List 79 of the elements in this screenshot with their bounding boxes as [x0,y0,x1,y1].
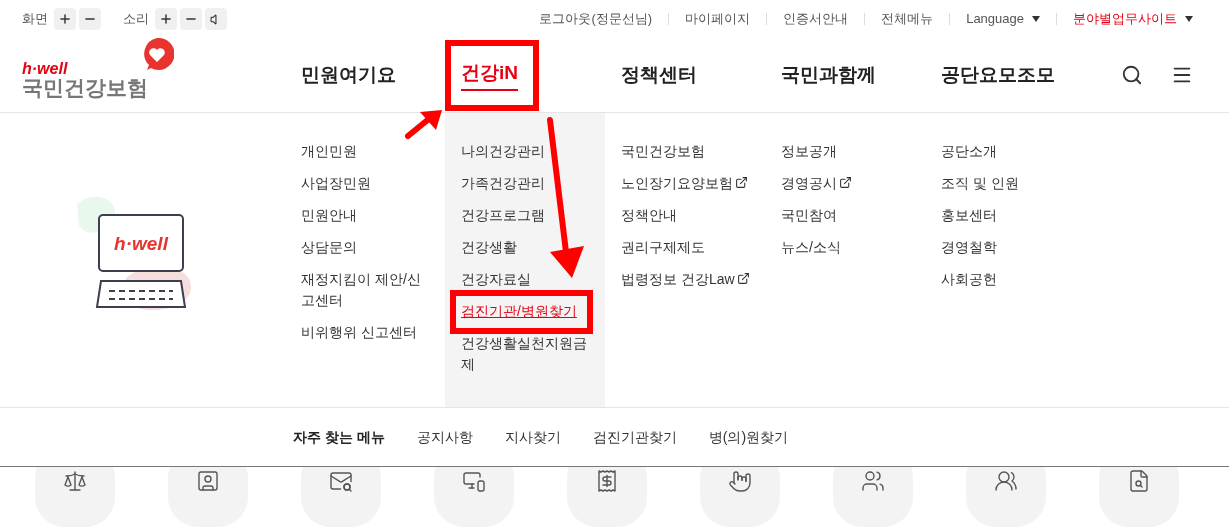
top-link[interactable]: 분야별업무사이트 [1073,9,1193,29]
top-link[interactable]: 인증서안내 [783,9,849,29]
submenu-link[interactable]: 법령정보 건강Law [621,269,753,290]
service-tile[interactable] [168,467,248,527]
nav-tab[interactable]: 정책센터 [621,60,697,90]
nav-tab[interactable]: 국민과함께 [781,60,876,90]
submenu-link[interactable]: 개인민원 [301,141,433,162]
submenu-link[interactable]: 상담문의 [301,237,433,258]
submenu-link[interactable]: 건강자료실 [461,269,593,290]
submenu-link[interactable]: 홍보센터 [941,205,1073,226]
submenu-link[interactable]: 검진기관/병원찾기 [461,301,593,322]
submenu-link[interactable]: 건강프로그램 [461,205,593,226]
service-icon [994,469,1018,493]
nav-tab[interactable]: 건강iN [461,58,518,92]
arrow [404,108,444,140]
submenu-link[interactable]: 나의건강관리 [461,141,593,162]
service-icon [595,469,619,493]
quick-link[interactable]: 공지사항 [416,426,473,448]
nav-tab[interactable]: 민원여기요 [301,60,396,90]
submenu-link[interactable]: 사업장민원 [301,173,433,194]
top-link[interactable]: 마이페이지 [685,9,751,29]
service-tile[interactable] [700,467,780,527]
service-icon [196,469,220,493]
submenu-link[interactable]: 공단소개 [941,141,1073,162]
service-icon [462,469,486,493]
sound-label: 소리 [123,10,149,29]
service-icon [728,469,752,493]
top-link[interactable]: Language [966,9,1040,29]
caret-icon [1032,16,1040,22]
volume-down-button[interactable] [180,8,202,30]
service-tile[interactable] [434,467,514,527]
zoom-in-button[interactable] [54,8,76,30]
submenu-link[interactable]: 가족건강관리 [461,173,593,194]
quick-link[interactable]: 검진기관찾기 [592,426,677,448]
speaker-button[interactable] [205,8,227,30]
submenu-link[interactable]: 국민참여 [781,205,913,226]
submenu-link[interactable]: 조직 및 인원 [941,173,1073,194]
service-icon [329,469,353,493]
submenu-link[interactable]: 건강생활실천지원금제 [461,333,593,375]
service-icon [1127,469,1151,493]
volume-up-button[interactable] [155,8,177,30]
service-tile[interactable] [833,467,913,527]
logo[interactable]: h·well 국민건강보험 [22,37,174,98]
submenu-link[interactable]: 경영철학 [941,237,1073,258]
search-icon[interactable] [1121,64,1143,86]
submenu-link[interactable]: 노인장기요양보험 [621,173,753,194]
service-tile[interactable] [1099,467,1179,527]
top-link[interactable]: 전체메뉴 [881,9,934,29]
computer-illustration: h·well [66,185,207,325]
quick-link[interactable]: 병(의)원찾기 [708,426,789,448]
zoom-out-button[interactable] [79,8,101,30]
service-icon [861,469,885,493]
external-link-icon [735,176,748,190]
service-tile[interactable] [35,467,115,527]
screen-label: 화면 [22,10,48,29]
submenu-link[interactable]: 재정지킴이 제안/신고센터 [301,269,433,311]
submenu-link[interactable]: 권리구제제도 [621,237,753,258]
service-tile[interactable] [301,467,381,527]
submenu-link[interactable]: 사회공헌 [941,269,1073,290]
service-tile[interactable] [567,467,647,527]
submenu-link[interactable]: 비위행위 신고센터 [301,322,433,343]
submenu-link[interactable]: 정책안내 [621,205,753,226]
plus-icon [159,12,173,26]
submenu-link[interactable]: 정보공개 [781,141,913,162]
submenu-link[interactable]: 국민건강보험 [621,141,753,162]
caret-icon [1185,16,1193,22]
submenu-link[interactable]: 경영공시 [781,173,913,194]
plus-icon [58,12,72,26]
external-link-icon [736,272,750,286]
submenu-link[interactable]: 뉴스/소식 [781,237,913,258]
top-link[interactable]: 로그아웃(정문선님) [539,9,653,29]
service-icon [63,469,87,493]
quick-menu-title: 자주 찾는 메뉴 [293,427,385,447]
quick-link[interactable]: 지사찾기 [504,426,561,448]
service-tile[interactable] [966,467,1046,527]
submenu-link[interactable]: 건강생활 [461,237,593,258]
submenu-link[interactable]: 민원안내 [301,205,433,226]
external-link-icon [839,176,852,190]
nav-tab[interactable]: 공단요모조모 [941,60,1055,90]
